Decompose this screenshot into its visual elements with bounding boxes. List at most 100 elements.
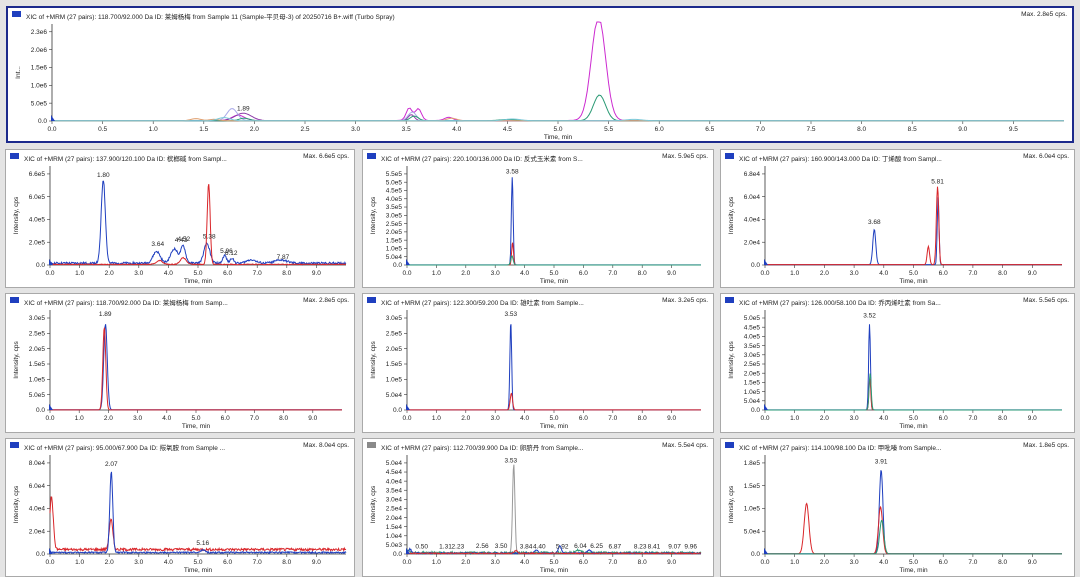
chromatogram-plot[interactable]: 0.0 1.0 2.0 3.0 4.0 5.0 6.0 7.0 8.0 9.0 Time, min 0… — [6, 294, 354, 432]
chromatogram-pane-8[interactable]: XIC of +MRM (27 pairs): 95.000/67.900 Da… — [5, 438, 355, 577]
trace-start-marker — [764, 548, 768, 554]
y-tick-label: 2.5e5 — [386, 331, 403, 338]
x-tick-label: 2.0 — [461, 559, 470, 566]
peak-rt-label: 3.50 — [495, 543, 508, 550]
y-tick-label: 2.0e5 — [29, 239, 46, 246]
x-tick-label: 2.5 — [300, 126, 309, 133]
y-tick-label: 2.5e5 — [29, 331, 46, 338]
peak-rt-label: 2.07 — [105, 461, 118, 468]
chromatogram-pane-4[interactable]: XIC of +MRM (27 pairs): 160.900/143.000 … — [720, 149, 1075, 288]
x-tick-label: 2.0 — [250, 126, 259, 133]
x-tick-label: 7.0 — [608, 270, 617, 277]
x-tick-label: 8.0 — [638, 559, 647, 566]
x-tick-label: 7.5 — [806, 126, 815, 133]
x-tick-label: 6.0 — [579, 415, 588, 422]
x-tick-label: 8.5 — [908, 126, 917, 133]
y-tick-label: 2.0e5 — [29, 346, 46, 353]
x-tick-label: 1.0 — [790, 270, 799, 277]
peak-rt-label: 4.52 — [177, 236, 190, 243]
y-tick-label: 4.5e5 — [744, 324, 761, 331]
y-axis-label: Intensity, cps — [370, 485, 377, 523]
x-tick-label: 8.0 — [282, 559, 291, 566]
peak-rt-label: 2.56 — [476, 543, 489, 550]
peak-rt-label: 0.50 — [415, 544, 428, 551]
y-tick-label: 2.0e4 — [29, 528, 46, 535]
chromatogram-plot[interactable]: 0.0 1.0 2.0 3.0 4.0 5.0 6.0 7.0 8.0 9.0 Time, min 0… — [721, 294, 1074, 432]
chromatogram-pane-7[interactable]: XIC of +MRM (27 pairs): 126.000/58.100 D… — [720, 293, 1075, 433]
x-tick-label: 0.0 — [47, 126, 56, 133]
x-tick-label: 4.0 — [520, 559, 529, 566]
x-tick-label: 9.5 — [1009, 126, 1018, 133]
x-tick-label: 7.0 — [608, 415, 617, 422]
x-tick-label: 2.0 — [820, 415, 829, 422]
x-tick-label: 6.0 — [939, 270, 948, 277]
y-axis-label: Intensity, cps — [13, 341, 20, 379]
y-tick-label: 0.0 — [36, 262, 45, 269]
x-tick-label: 9.0 — [667, 559, 676, 566]
x-axis-label: Time, min — [540, 423, 569, 430]
peak-rt-label: 8.23 — [634, 544, 647, 551]
y-tick-label: 8.0e4 — [29, 460, 46, 467]
x-tick-label: 2.0 — [105, 270, 114, 277]
y-tick-label: 3.5e5 — [744, 343, 761, 350]
y-axis-label: Intensity, cps — [728, 196, 735, 234]
chromatogram-pane-2[interactable]: XIC of +MRM (27 pairs): 137.900/120.100 … — [5, 149, 355, 288]
chromatogram-trace — [49, 183, 346, 266]
peak-rt-label: 6.12 — [225, 250, 238, 257]
y-tick-label: 6.0e4 — [29, 483, 46, 490]
chromatogram-pane-5[interactable]: XIC of +MRM (27 pairs): 118.700/92.000 D… — [5, 293, 355, 433]
y-tick-label: 2.0e5 — [386, 229, 403, 236]
x-tick-label: 5.0 — [909, 415, 918, 422]
x-tick-label: 0.0 — [402, 270, 411, 277]
y-tick-label: 3.0e5 — [386, 213, 403, 220]
chromatogram-plot[interactable]: 0.0 1.0 2.0 3.0 4.0 5.0 6.0 7.0 8.0 9.0 Time, min 0… — [363, 439, 713, 576]
y-tick-label: 2.0e4 — [386, 515, 403, 522]
y-axis-label: Intensity, cps — [370, 196, 377, 234]
chromatogram-plot[interactable]: 0.0 1.0 2.0 3.0 4.0 5.0 6.0 7.0 8.0 9.0 Time, min 0… — [363, 294, 713, 432]
x-tick-label: 2.0 — [820, 270, 829, 277]
y-tick-label: 5.0e4 — [386, 460, 403, 467]
chromatogram-pane-10[interactable]: XIC of +MRM (27 pairs): 114.100/98.100 D… — [720, 438, 1075, 577]
y-axis-label: Intensity, cps — [728, 341, 735, 379]
chromatogram-pane-9[interactable]: XIC of +MRM (27 pairs): 112.700/39.900 D… — [362, 438, 714, 577]
x-tick-label: 0.0 — [760, 559, 769, 566]
x-tick-label: 9.0 — [1028, 415, 1037, 422]
x-tick-label: 0.0 — [45, 270, 54, 277]
y-tick-label: 1.0e4 — [386, 533, 403, 540]
x-tick-label: 5.0 — [191, 415, 200, 422]
chromatogram-plot[interactable]: 0.0 1.0 2.0 3.0 4.0 5.0 6.0 7.0 8.0 9.0 Time, min 0… — [6, 150, 354, 287]
y-tick-label: 1.5e5 — [386, 361, 403, 368]
chromatogram-pane-6[interactable]: XIC of +MRM (27 pairs): 122.300/59.200 D… — [362, 293, 714, 433]
chromatogram-pane-3[interactable]: XIC of +MRM (27 pairs): 220.100/136.000 … — [362, 149, 714, 288]
y-tick-label: 0.0 — [393, 262, 402, 269]
y-tick-label: 0.0 — [393, 551, 402, 558]
y-tick-label: 5.0e5 — [386, 179, 403, 186]
chromatogram-plot[interactable]: 0.0 1.0 2.0 3.0 4.0 5.0 6.0 7.0 8.0 9.0 Time, min 0… — [721, 150, 1074, 287]
x-tick-label: 8.0 — [998, 559, 1007, 566]
y-tick-label: 4.0e5 — [29, 217, 46, 224]
y-tick-label: 2.5e5 — [386, 221, 403, 228]
x-tick-label: 1.5 — [199, 126, 208, 133]
y-tick-label: 2.0e5 — [744, 370, 761, 377]
y-tick-label: 3.0e4 — [386, 497, 403, 504]
x-tick-label: 9.0 — [1028, 270, 1037, 277]
chromatogram-plot[interactable]: 0.0 1.0 2.0 3.0 4.0 5.0 6.0 7.0 8.0 9.0 Time, min 0… — [6, 439, 354, 576]
x-tick-label: 2.0 — [461, 270, 470, 277]
chromatogram-pane-1[interactable]: XIC of +MRM (27 pairs): 118.700/92.000 D… — [6, 6, 1074, 143]
x-tick-label: 3.0 — [850, 559, 859, 566]
x-tick-label: 8.0 — [998, 415, 1007, 422]
x-tick-label: 7.0 — [756, 126, 765, 133]
peak-rt-label: 5.38 — [203, 233, 216, 240]
y-tick-label: 2.0e4 — [744, 239, 761, 246]
x-tick-label: 1.0 — [790, 415, 799, 422]
x-tick-label: 8.0 — [279, 415, 288, 422]
x-tick-label: 7.0 — [608, 559, 617, 566]
chromatogram-plot[interactable]: 0.0 1.0 2.0 3.0 4.0 5.0 6.0 7.0 8.0 9.0 Time, min 0… — [363, 150, 713, 287]
y-tick-label: 2.0e6 — [31, 47, 48, 54]
chromatogram-plot[interactable]: 0.0 1.0 2.0 3.0 4.0 5.0 6.0 7.0 8.0 9.0 Time, min 0… — [721, 439, 1074, 576]
y-tick-label: 5.5e5 — [386, 171, 403, 178]
chromatogram-plot[interactable]: 0.0 0.5 1.0 1.5 2.0 2.5 3.0 3.5 4.0 4.5 5.0 5.5 6.0 6… — [8, 8, 1072, 141]
y-tick-label: 0.0 — [38, 118, 47, 125]
peak-rt-label: 4.40 — [533, 544, 546, 551]
x-tick-label: 5.0 — [193, 270, 202, 277]
